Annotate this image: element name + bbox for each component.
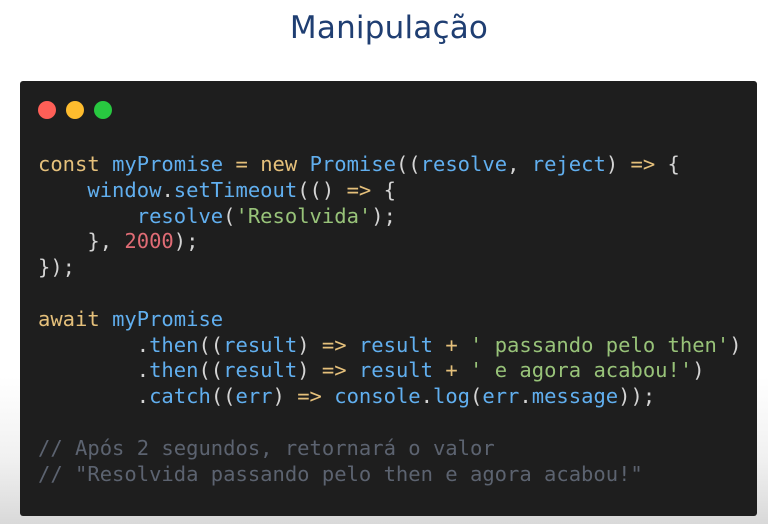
- code-token: =>: [630, 152, 656, 176]
- code-token: );: [173, 229, 199, 254]
- code-line: .then((result) => result + ' e agora aca…: [38, 358, 742, 384]
- code-token: =>: [346, 177, 372, 202]
- code-token: result: [223, 358, 298, 383]
- code-token: err: [482, 384, 520, 409]
- code-token: // "Resolvida passando pelo then e agora…: [38, 461, 643, 486]
- code-line: window.setTimeout(() => {: [38, 178, 742, 204]
- code-token: =>: [297, 384, 322, 409]
- code-token: await: [38, 306, 100, 331]
- code-line: resolve('Resolvida');: [38, 204, 742, 230]
- code-token: console: [334, 384, 421, 409]
- code-token: });: [38, 255, 76, 280]
- slide-title: Manipulação: [289, 10, 489, 46]
- maximize-dot-icon: [94, 101, 112, 119]
- code-token: ): [297, 332, 322, 357]
- code-token: // Após 2 segundos, retornará o valor: [38, 435, 495, 460]
- minimize-dot-icon: [66, 101, 84, 119]
- close-dot-icon: [38, 101, 56, 119]
- code-token: ,: [507, 152, 532, 176]
- code-line: }, 2000);: [38, 229, 742, 255]
- code-token: {: [371, 177, 396, 202]
- code-token: err: [235, 384, 273, 409]
- code-token: resolve: [136, 203, 224, 228]
- code-line: // Após 2 segundos, retornará o valor: [38, 436, 742, 462]
- code-block: const myPromise = new Promise((resolve, …: [38, 152, 742, 487]
- code-token: );: [371, 203, 396, 228]
- code-token: myPromise: [112, 152, 224, 176]
- code-token: 2000: [124, 229, 174, 254]
- code-token: catch: [149, 384, 211, 409]
- code-token: ));: [618, 384, 656, 409]
- code-line: .then((result) => result + ' passando pe…: [38, 333, 742, 359]
- code-token: ((: [395, 152, 421, 176]
- code-token: const: [38, 152, 100, 176]
- code-token: Promise: [309, 152, 396, 176]
- code-line: const myPromise = new Promise((resolve, …: [38, 152, 742, 178]
- code-token: reject: [531, 152, 606, 176]
- code-token: .: [38, 332, 150, 357]
- code-window: const myPromise = new Promise((resolve, …: [20, 81, 757, 516]
- code-line: .catch((err) => console.log(err.message)…: [38, 384, 742, 410]
- code-token: +: [445, 358, 458, 383]
- code-token: message: [531, 384, 619, 409]
- code-token: ): [729, 332, 742, 357]
- code-line: await myPromise: [38, 307, 742, 333]
- code-token: {: [655, 152, 680, 176]
- code-token: then: [149, 332, 199, 357]
- code-token: ((): [297, 177, 347, 202]
- code-token: },: [38, 229, 125, 254]
- code-token: then: [149, 358, 199, 383]
- code-token: =>: [321, 332, 347, 357]
- code-token: ((: [198, 332, 224, 357]
- code-token: +: [445, 332, 458, 357]
- code-token: log: [433, 384, 471, 409]
- code-line: // "Resolvida passando pelo then e agora…: [38, 462, 742, 488]
- code-token: ): [692, 358, 705, 383]
- code-token: new: [260, 152, 298, 176]
- code-token: (: [470, 384, 483, 409]
- code-token: .: [38, 384, 150, 409]
- code-token: result: [358, 332, 433, 357]
- code-token: .: [161, 177, 174, 202]
- code-token: ' passando pelo then': [470, 332, 730, 357]
- code-token: myPromise: [112, 306, 224, 331]
- code-token: resolve: [420, 152, 508, 176]
- code-token: window: [87, 177, 162, 202]
- code-token: 'Resolvida': [235, 203, 372, 228]
- code-token: =>: [321, 358, 347, 383]
- code-token: ): [605, 152, 631, 176]
- code-line: });: [38, 255, 742, 281]
- code-token: result: [358, 358, 433, 383]
- code-token: ((: [210, 384, 236, 409]
- code-token: setTimeout: [173, 177, 298, 202]
- code-token: result: [223, 332, 298, 357]
- code-token: ((: [198, 358, 224, 383]
- code-token: .: [420, 384, 433, 409]
- code-token: =: [235, 152, 248, 176]
- code-token: .: [38, 358, 150, 383]
- code-token: (: [223, 203, 236, 228]
- code-token: .: [519, 384, 532, 409]
- code-token: ' e agora acabou!': [470, 358, 693, 383]
- code-token: ): [297, 358, 322, 383]
- code-token: ): [272, 384, 298, 409]
